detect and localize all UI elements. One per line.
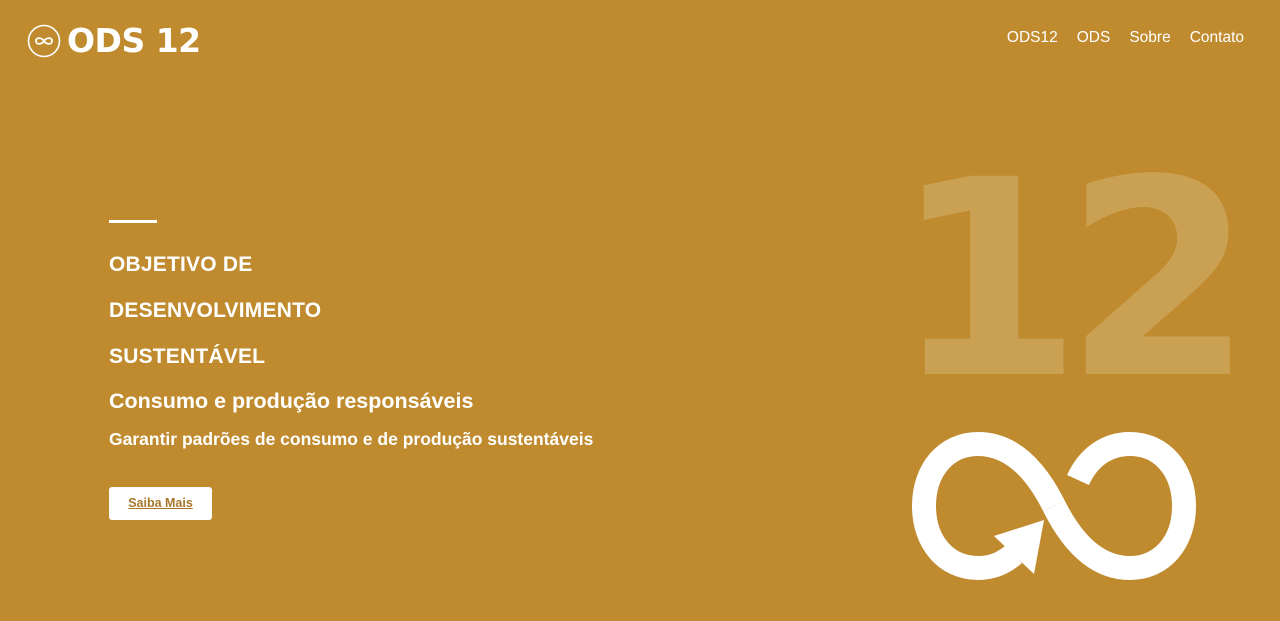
nav-item-sobre[interactable]: Sobre: [1129, 29, 1170, 47]
hero-description: Garantir padrões de consumo e de produçã…: [109, 429, 594, 449]
page: ODS 12 ODS12 ODS Sobre Contato OBJETIVO …: [0, 0, 1280, 621]
hero-section: OBJETIVO DE DESENVOLVIMENTO SUSTENTÁVEL …: [109, 220, 749, 520]
title-divider: [109, 220, 157, 223]
nav-item-ods12[interactable]: ODS12: [1007, 29, 1058, 47]
hero-title-line-1: OBJETIVO DE: [109, 253, 253, 276]
infinity-arrow-icon: [911, 431, 1197, 581]
infinity-circle-icon: [27, 24, 61, 58]
hero-title: OBJETIVO DE DESENVOLVIMENTO SUSTENTÁVEL: [109, 242, 749, 380]
site-header: ODS 12 ODS12 ODS Sobre Contato: [0, 0, 1280, 80]
saiba-mais-button[interactable]: Saiba Mais: [109, 487, 212, 520]
brand-name: ODS 12: [67, 21, 201, 60]
hero-subtitle: Consumo e produção responsáveis: [109, 389, 474, 413]
main-nav: ODS12 ODS Sobre Contato: [1007, 29, 1244, 47]
nav-item-contato[interactable]: Contato: [1190, 29, 1244, 47]
goal-number: 12: [893, 123, 1253, 439]
nav-item-ods[interactable]: ODS: [1077, 29, 1111, 47]
hero-title-line-3: SUSTENTÁVEL: [109, 345, 266, 368]
brand-logo-link[interactable]: ODS 12: [27, 22, 201, 60]
hero-title-line-2: DESENVOLVIMENTO: [109, 299, 322, 322]
